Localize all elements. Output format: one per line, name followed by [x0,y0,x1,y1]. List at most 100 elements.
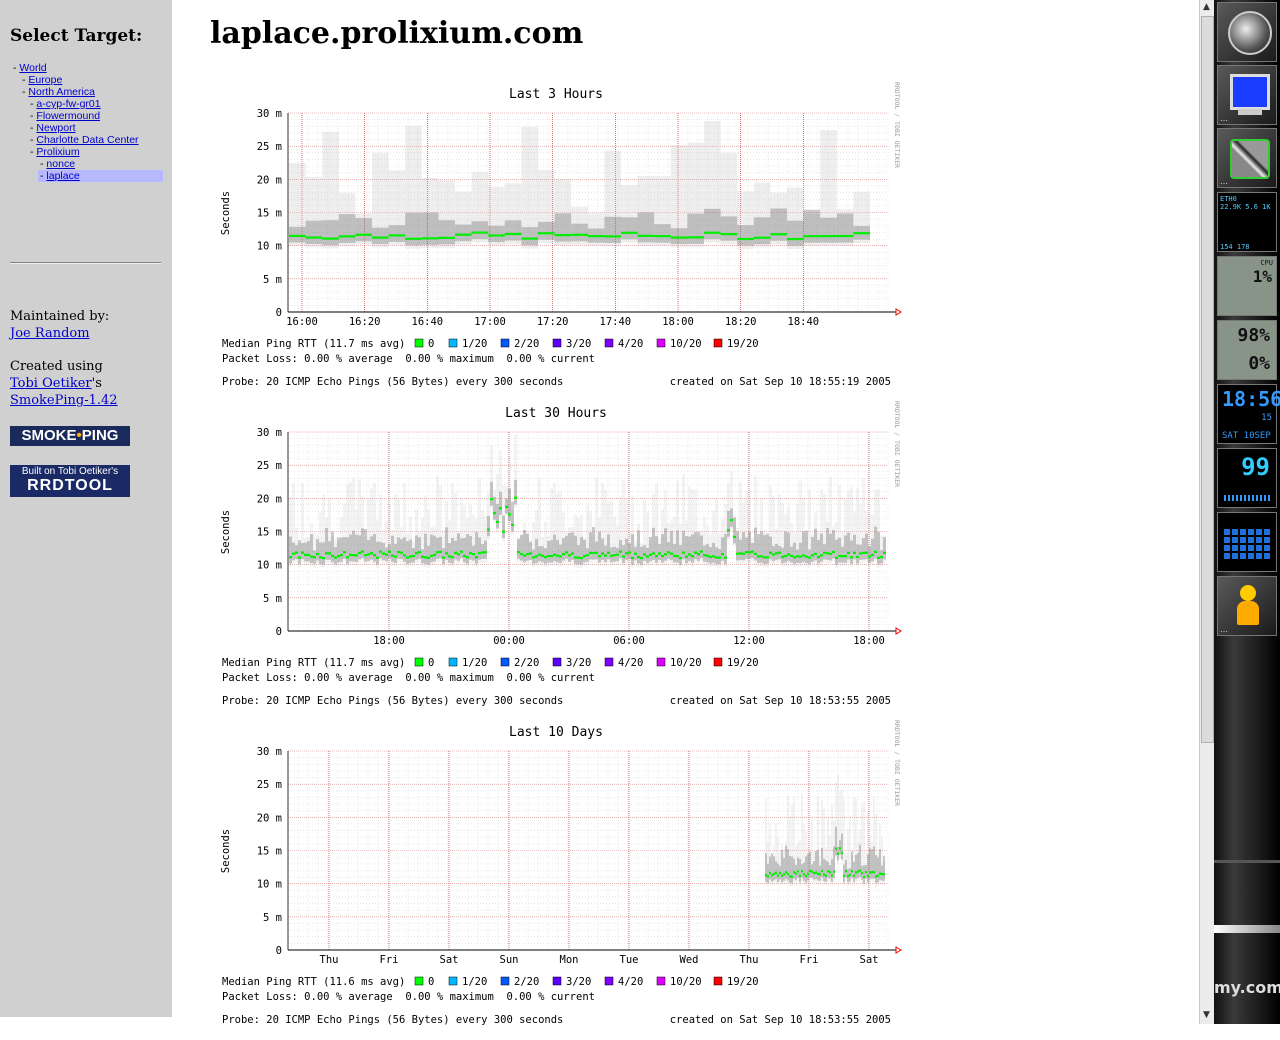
median-point [821,869,823,873]
median-point [472,552,475,556]
scroll-up-arrow-icon[interactable]: ▲ [1203,2,1210,12]
tree-item-prolixium[interactable]: - Prolixium [30,146,80,158]
tree-item-europe[interactable]: - Europe [22,74,62,86]
graph-svg: Last 30 Hours RRDTOOL / TOBI OETIKER Secon… [220,401,902,707]
dock-tile-tools[interactable]: … [1217,128,1277,188]
smoke-band-dark [607,534,610,560]
median-point [737,237,754,241]
median-point [853,551,856,554]
median-point [833,870,835,873]
smoke-band-dark [857,853,859,879]
dock-signal: 99 [1217,448,1277,508]
dock-tile-monitor[interactable]: … [1217,65,1277,125]
median-point [883,551,886,554]
median-point [587,235,605,238]
median-point [823,873,825,876]
tree-link-prolixium[interactable]: Prolixium [36,146,79,158]
dock-tile-user[interactable]: … [1217,576,1277,636]
median-point [325,552,328,555]
x-tick-label: Thu [740,954,759,966]
median-point [334,556,337,559]
smoke-band-dark [859,844,861,878]
smoke-band-dark [836,213,854,243]
smoke-band-dark [406,541,409,565]
median-point [583,554,586,558]
x-tick-label: Tue [620,954,639,966]
tree-link-charlotte[interactable]: Charlotte Data Center [36,134,138,146]
dock-tile-logo[interactable] [1217,2,1277,62]
tree-item-flowermound[interactable]: - Flowermound [30,110,100,122]
smoke-band-dark [466,534,469,564]
x-axis-arrow-icon [895,627,902,635]
median-point [364,554,367,557]
smoke-band-dark [565,535,568,559]
smoke-band-dark [355,218,372,242]
smoke-band-dark [673,544,676,563]
median-point [682,551,685,554]
median-point [382,552,385,555]
tree-item-world[interactable]: - World [13,62,47,74]
rrdtool-logo[interactable]: Built on Tobi Oetiker's RRDTOOL [10,465,130,497]
smoke-band-dark [803,862,805,881]
tree-link-a-cyp-fw-gr01[interactable]: a-cyp-fw-gr01 [36,98,100,110]
median-point [455,233,472,236]
scroll-down-arrow-icon[interactable]: ▼ [1203,1010,1210,1020]
monitor-icon [1230,74,1270,110]
median-point [673,554,676,557]
tree-link-nonce[interactable]: nonce [46,158,75,170]
legend-swatch [448,657,458,667]
x-axis-arrow-icon [895,946,902,954]
smokeping-link[interactable]: SmokePing-1.42 [10,393,118,408]
smoke-band-dark [875,855,877,884]
median-point [405,237,422,240]
smokeping-logo[interactable]: SMOKE•PING [10,426,130,446]
author-link[interactable]: Tobi Oetiker [10,376,92,391]
tree-item-charlotte[interactable]: - Charlotte Data Center [30,134,139,146]
median-point [787,553,790,556]
net-label: ETH0 [1220,195,1237,203]
window-maker-dock: … … ETH0 22.9K 5.6 1K 154 178 CPU 1% 98%… [1214,0,1280,1024]
smoke-band-dark [865,533,868,560]
smoke-band-dark [862,538,865,560]
median-point [853,874,855,877]
tree-item-laplace-selected[interactable]: - laplace [38,170,163,182]
maintainer-link[interactable]: Joe Random [10,326,90,341]
smoke-band-dark [868,546,871,563]
legend-label: 1/20 [462,657,487,669]
smoke-band-dark [541,546,544,563]
tree-link-europe[interactable]: Europe [28,74,62,86]
x-axis-arrow-icon [895,308,902,316]
tree-item-a-cyp-fw-gr01[interactable]: - a-cyp-fw-gr01 [30,98,101,110]
x-tick-label: 18:00 [853,635,885,647]
median-point [298,556,301,559]
tree-link-laplace[interactable]: laplace [46,170,79,182]
tree-link-newport[interactable]: Newport [36,122,75,134]
scrollbar-thumb[interactable] [1201,16,1214,743]
smoke-band-dark [571,532,574,561]
tree-link-world[interactable]: World [19,62,46,74]
vertical-scrollbar[interactable]: ▲ ▼ [1199,0,1215,1024]
median-point [562,552,565,556]
tree-item-newport[interactable]: - Newport [30,122,76,134]
median-point [829,552,832,556]
median-point [292,552,295,555]
median-point [720,233,738,236]
x-tick-label: 18:00 [373,635,405,647]
median-point [803,235,821,238]
median-point [799,874,801,877]
median-point [769,551,772,554]
smoke-band-dark [850,540,853,564]
tree-item-nonce[interactable]: - nonce [40,158,75,170]
median-point [372,236,389,239]
select-target-heading: Select Target: [10,26,143,46]
median-point [646,555,649,558]
smoke-band-dark [697,531,700,561]
median-point [451,555,454,559]
dock-tile-grid[interactable] [1217,512,1277,572]
tree-link-flowermound[interactable]: Flowermound [36,110,100,122]
median-point [313,556,316,559]
rrdtool-side-label: RRDTOOL / TOBI OETIKER [893,401,901,487]
median-point [433,553,436,556]
tree-link-north-america[interactable]: North America [28,86,95,98]
tree-item-north-america[interactable]: - North America [22,86,95,98]
